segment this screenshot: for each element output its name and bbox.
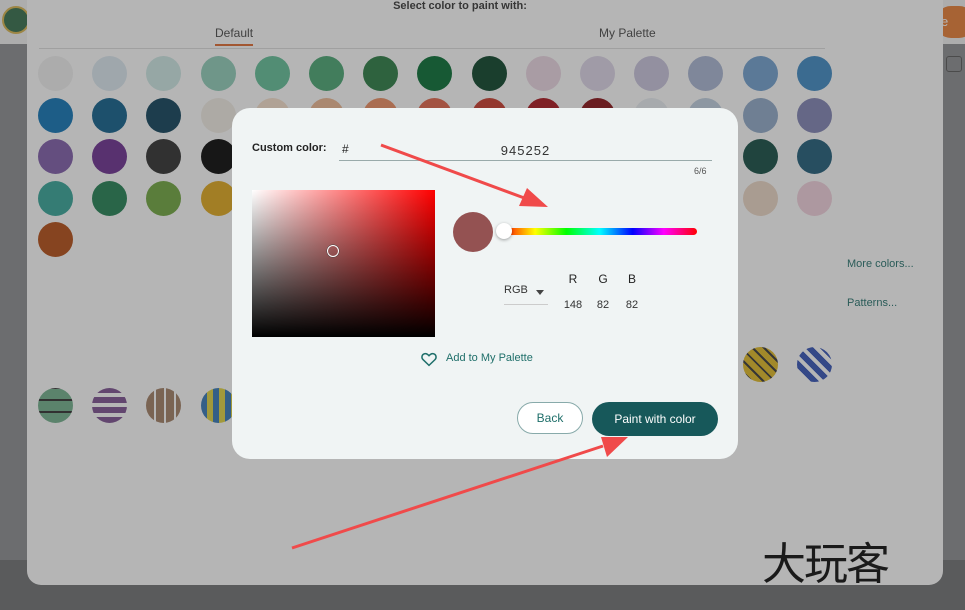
annotation-arrowhead — [519, 188, 548, 207]
annotation-arrowhead — [601, 437, 628, 457]
annotation-arrow-line — [380, 143, 528, 201]
annotation-arrows — [291, 143, 628, 550]
annotation-arrow-line — [291, 444, 604, 550]
watermark: 大玩客 — [762, 539, 890, 590]
